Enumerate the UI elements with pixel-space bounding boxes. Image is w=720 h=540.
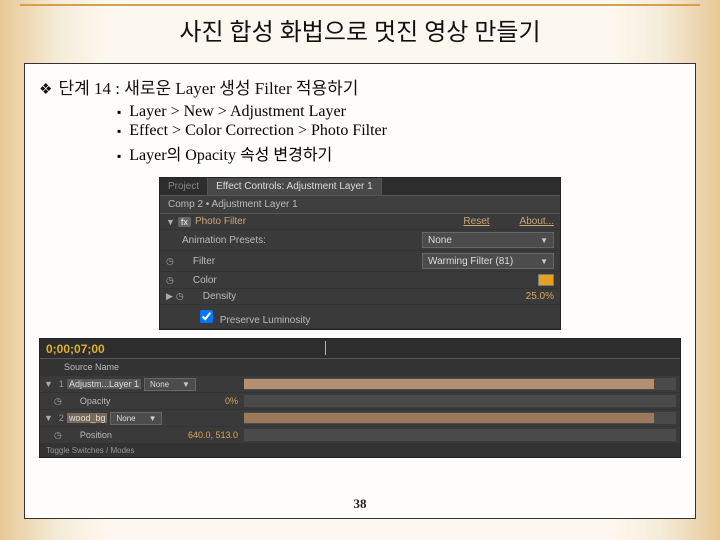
disclosure-triangle-icon[interactable]: ▼	[166, 217, 175, 227]
mode-dropdown[interactable]: None▼	[110, 412, 162, 425]
stopwatch-icon[interactable]: ◷	[54, 430, 62, 441]
layer-track[interactable]	[244, 378, 676, 390]
color-label: Color	[193, 275, 538, 286]
slide-title: 사진 합성 화법으로 멋진 영상 만들기	[0, 0, 720, 55]
effect-name: Photo Filter	[195, 216, 463, 227]
timeline-panel: 0;00;07;00 Source Name ▼ 1 Adjustm...Lay…	[39, 338, 681, 458]
stopwatch-icon[interactable]: ◷	[166, 256, 174, 267]
color-swatch[interactable]	[538, 274, 554, 286]
current-timecode[interactable]: 0;00;07;00	[46, 342, 105, 356]
stopwatch-icon[interactable]: ◷	[54, 396, 62, 407]
disclosure-triangle-icon[interactable]: ▼	[44, 413, 53, 423]
chevron-down-icon: ▼	[540, 236, 548, 245]
preserve-checkbox[interactable]	[200, 310, 213, 323]
density-label: Density	[203, 291, 526, 302]
bullet-item: Layer의 Opacity 속성 변경하기	[117, 141, 681, 165]
playhead-icon[interactable]	[325, 341, 326, 355]
page-number: 38	[25, 496, 695, 512]
preserve-label: Preserve Luminosity	[220, 315, 311, 326]
preserve-lum-row: Preserve Luminosity	[196, 307, 554, 326]
stopwatch-icon[interactable]: ◷	[176, 291, 184, 302]
stopwatch-icon[interactable]: ◷	[166, 275, 174, 286]
fx-badge: fx	[178, 217, 191, 227]
reset-link[interactable]: Reset	[463, 216, 489, 227]
presets-dropdown[interactable]: None▼	[422, 232, 554, 248]
keyframe-track[interactable]	[244, 429, 676, 441]
header-source: Source Name	[64, 362, 119, 372]
layer-number: 2	[59, 413, 64, 423]
filter-dropdown[interactable]: Warming Filter (81)▼	[422, 253, 554, 269]
disclosure-triangle-icon[interactable]: ▶	[166, 291, 173, 302]
layer-track[interactable]	[244, 412, 676, 424]
layer-number: 1	[59, 379, 64, 389]
density-value[interactable]: 25.0%	[526, 291, 554, 302]
content-box: 단계 14 : 새로운 Layer 생성 Filter 적용하기 Layer >…	[24, 63, 696, 519]
presets-label: Animation Presets:	[182, 235, 422, 246]
bullet-item: Layer > New > Adjustment Layer	[117, 103, 681, 121]
position-value[interactable]: 640.0, 513.0	[188, 430, 238, 440]
chevron-down-icon: ▼	[540, 257, 548, 266]
about-link[interactable]: About...	[520, 216, 554, 227]
opacity-value[interactable]: 0%	[225, 396, 238, 406]
bullet-item: Effect > Color Correction > Photo Filter	[117, 122, 681, 140]
layer-name[interactable]: Adjustm...Layer 1	[67, 379, 141, 389]
effect-controls-panel: Project Effect Controls: Adjustment Laye…	[159, 177, 561, 330]
mode-dropdown[interactable]: None▼	[144, 378, 196, 391]
step-heading: 단계 14 : 새로운 Layer 생성 Filter 적용하기	[39, 74, 681, 99]
step-bullets: Layer > New > Adjustment Layer Effect > …	[77, 103, 681, 165]
tab-effect-controls[interactable]: Effect Controls: Adjustment Layer 1	[208, 178, 382, 195]
toggle-switches[interactable]: Toggle Switches / Modes	[46, 446, 135, 455]
ec-breadcrumb: Comp 2 • Adjustment Layer 1	[160, 196, 560, 214]
tab-project[interactable]: Project	[160, 178, 208, 195]
keyframe-track[interactable]	[244, 395, 676, 407]
opacity-label: Opacity	[80, 396, 111, 406]
layer-name[interactable]: wood_bg	[67, 413, 108, 423]
disclosure-triangle-icon[interactable]: ▼	[44, 379, 53, 389]
position-label: Position	[80, 430, 112, 440]
filter-label: Filter	[193, 256, 422, 267]
